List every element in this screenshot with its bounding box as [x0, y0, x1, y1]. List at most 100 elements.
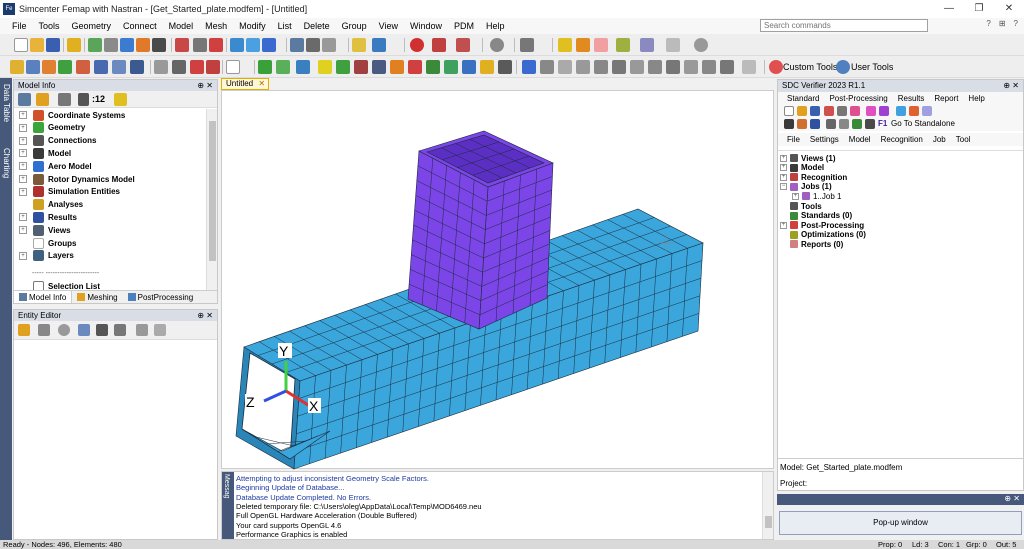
document-tab-untitled[interactable]: Untitled ✕	[221, 78, 269, 90]
align-right-icon[interactable]	[558, 60, 572, 74]
menu-window[interactable]: Window	[404, 18, 448, 34]
grid2-icon[interactable]	[130, 60, 144, 74]
menu-pdm[interactable]: PDM	[448, 18, 480, 34]
tree-item[interactable]: + Layers	[14, 250, 74, 262]
sdc-menu-standard[interactable]: Standard	[778, 94, 824, 103]
node-icon[interactable]	[258, 60, 272, 74]
filter-icon[interactable]	[36, 93, 49, 106]
tree-expander[interactable]: +	[19, 175, 27, 183]
popup-pin-close[interactable]: ⊕ ✕	[1004, 494, 1020, 503]
pan-icon[interactable]	[262, 38, 276, 52]
user-tools-button[interactable]: User Tools	[851, 60, 893, 74]
no-entry-icon[interactable]	[410, 38, 424, 52]
sdc-refresh-icon[interactable]	[824, 106, 834, 116]
menu-model[interactable]: Model	[163, 18, 200, 34]
freebody-icon[interactable]	[462, 60, 476, 74]
pencil-icon[interactable]	[576, 38, 590, 52]
tree-item[interactable]: + Model	[14, 147, 71, 159]
categorize-icon[interactable]	[78, 324, 90, 336]
tab-meshing[interactable]: Meshing	[72, 291, 122, 303]
sdc-menu-job[interactable]: Job	[928, 135, 951, 144]
window-icon[interactable]	[520, 38, 534, 52]
sdc-tree-item[interactable]: + Recognition	[780, 172, 847, 182]
x-mark-icon[interactable]	[444, 60, 458, 74]
sdc-paint-icon[interactable]	[797, 119, 807, 129]
info-icon[interactable]: ?	[1014, 19, 1018, 28]
sdc-grid-icon[interactable]	[896, 106, 906, 116]
axis-icon[interactable]	[318, 60, 332, 74]
stack-icon[interactable]	[576, 60, 590, 74]
sdc-play-icon[interactable]	[879, 106, 889, 116]
marquee-icon[interactable]	[666, 38, 680, 52]
sdc-menu-report[interactable]: Report	[929, 94, 963, 103]
key-icon[interactable]	[67, 38, 81, 52]
list-icon[interactable]	[290, 38, 304, 52]
tree-view-icon[interactable]	[18, 93, 31, 106]
tree-item[interactable]: Analyses	[14, 199, 83, 211]
brush-icon[interactable]	[114, 93, 127, 106]
close-tab-icon[interactable]: ✕	[258, 79, 265, 88]
open-folder-icon[interactable]	[30, 38, 44, 52]
sdc-heart-icon[interactable]	[850, 106, 860, 116]
chart-icon[interactable]	[58, 60, 72, 74]
cascade-icon[interactable]	[684, 60, 698, 74]
graphics-viewport[interactable]: Y Z X	[221, 90, 775, 470]
tree-expander[interactable]: +	[19, 111, 27, 119]
query-icon[interactable]	[209, 38, 223, 52]
sdc-menu-post-processing[interactable]: Post-Processing	[824, 94, 892, 103]
apply-icon[interactable]	[136, 324, 148, 336]
tree-expander[interactable]: +	[19, 213, 27, 222]
sdc-green-icon[interactable]	[852, 119, 862, 129]
eraser-icon[interactable]	[594, 38, 608, 52]
merge-icon[interactable]	[648, 60, 662, 74]
menu-delete[interactable]: Delete	[298, 18, 336, 34]
tree-expander[interactable]: +	[19, 123, 27, 132]
sdc-tree-expander[interactable]: +	[792, 192, 799, 200]
sdc-new-icon[interactable]	[784, 106, 794, 116]
cube-icon[interactable]	[10, 60, 24, 74]
image-icon[interactable]	[720, 60, 734, 74]
font-size-icon[interactable]	[78, 93, 89, 106]
sdc-tree-item[interactable]: Reports (0)	[780, 239, 843, 249]
sdc-menu-file[interactable]: File	[778, 135, 805, 144]
copy-tree-icon[interactable]	[58, 93, 71, 106]
solid-icon[interactable]	[152, 38, 166, 52]
layer-icon[interactable]	[616, 38, 630, 52]
grid-icon[interactable]	[120, 38, 134, 52]
minimize-button[interactable]: —	[934, 0, 964, 18]
menu-help[interactable]: Help	[480, 18, 511, 34]
vector-icon[interactable]	[154, 60, 168, 74]
surface-icon[interactable]	[136, 38, 150, 52]
menu-geometry[interactable]: Geometry	[66, 18, 118, 34]
eye-icon[interactable]	[206, 60, 220, 74]
print-icon[interactable]	[193, 38, 207, 52]
model-3d-view[interactable]: Y Z X	[222, 91, 775, 470]
sdc-tree-item[interactable]: Tools	[780, 201, 822, 211]
menu-file[interactable]: File	[0, 18, 33, 34]
tree-expander[interactable]: +	[19, 226, 27, 235]
messages-scrollbar[interactable]	[762, 472, 773, 539]
report-icon[interactable]	[112, 60, 126, 74]
charting-tab[interactable]: Charting	[1, 148, 11, 178]
collapse-icon[interactable]	[612, 60, 626, 74]
data-table-tab[interactable]: Data Table	[1, 84, 11, 122]
sdc-open-icon[interactable]	[797, 106, 807, 116]
close-button[interactable]: ✕	[994, 0, 1024, 18]
tree-item[interactable]: + Results	[14, 211, 77, 223]
sdc-print-icon[interactable]	[866, 106, 876, 116]
align-center-icon[interactable]	[540, 60, 554, 74]
split-icon[interactable]	[630, 60, 644, 74]
sdc-menu-recognition[interactable]: Recognition	[876, 135, 928, 144]
tree-item[interactable]: + Rotor Dynamics Model	[14, 173, 135, 185]
property-pages-icon[interactable]	[114, 324, 126, 336]
custom-tools-icon[interactable]	[769, 60, 783, 74]
layout-icon[interactable]: ⊞	[999, 19, 1006, 28]
triangle-icon[interactable]	[480, 60, 494, 74]
sdc-triangle-icon[interactable]	[922, 106, 932, 116]
tab-model-info[interactable]: Model Info	[14, 291, 73, 303]
model-info-pin-close[interactable]: ⊕ ✕	[197, 80, 213, 91]
sdc-cross-icon[interactable]	[839, 119, 849, 129]
group-icon[interactable]	[498, 60, 512, 74]
blue-mesh-icon[interactable]	[296, 60, 310, 74]
grid-select-icon[interactable]	[640, 38, 654, 52]
